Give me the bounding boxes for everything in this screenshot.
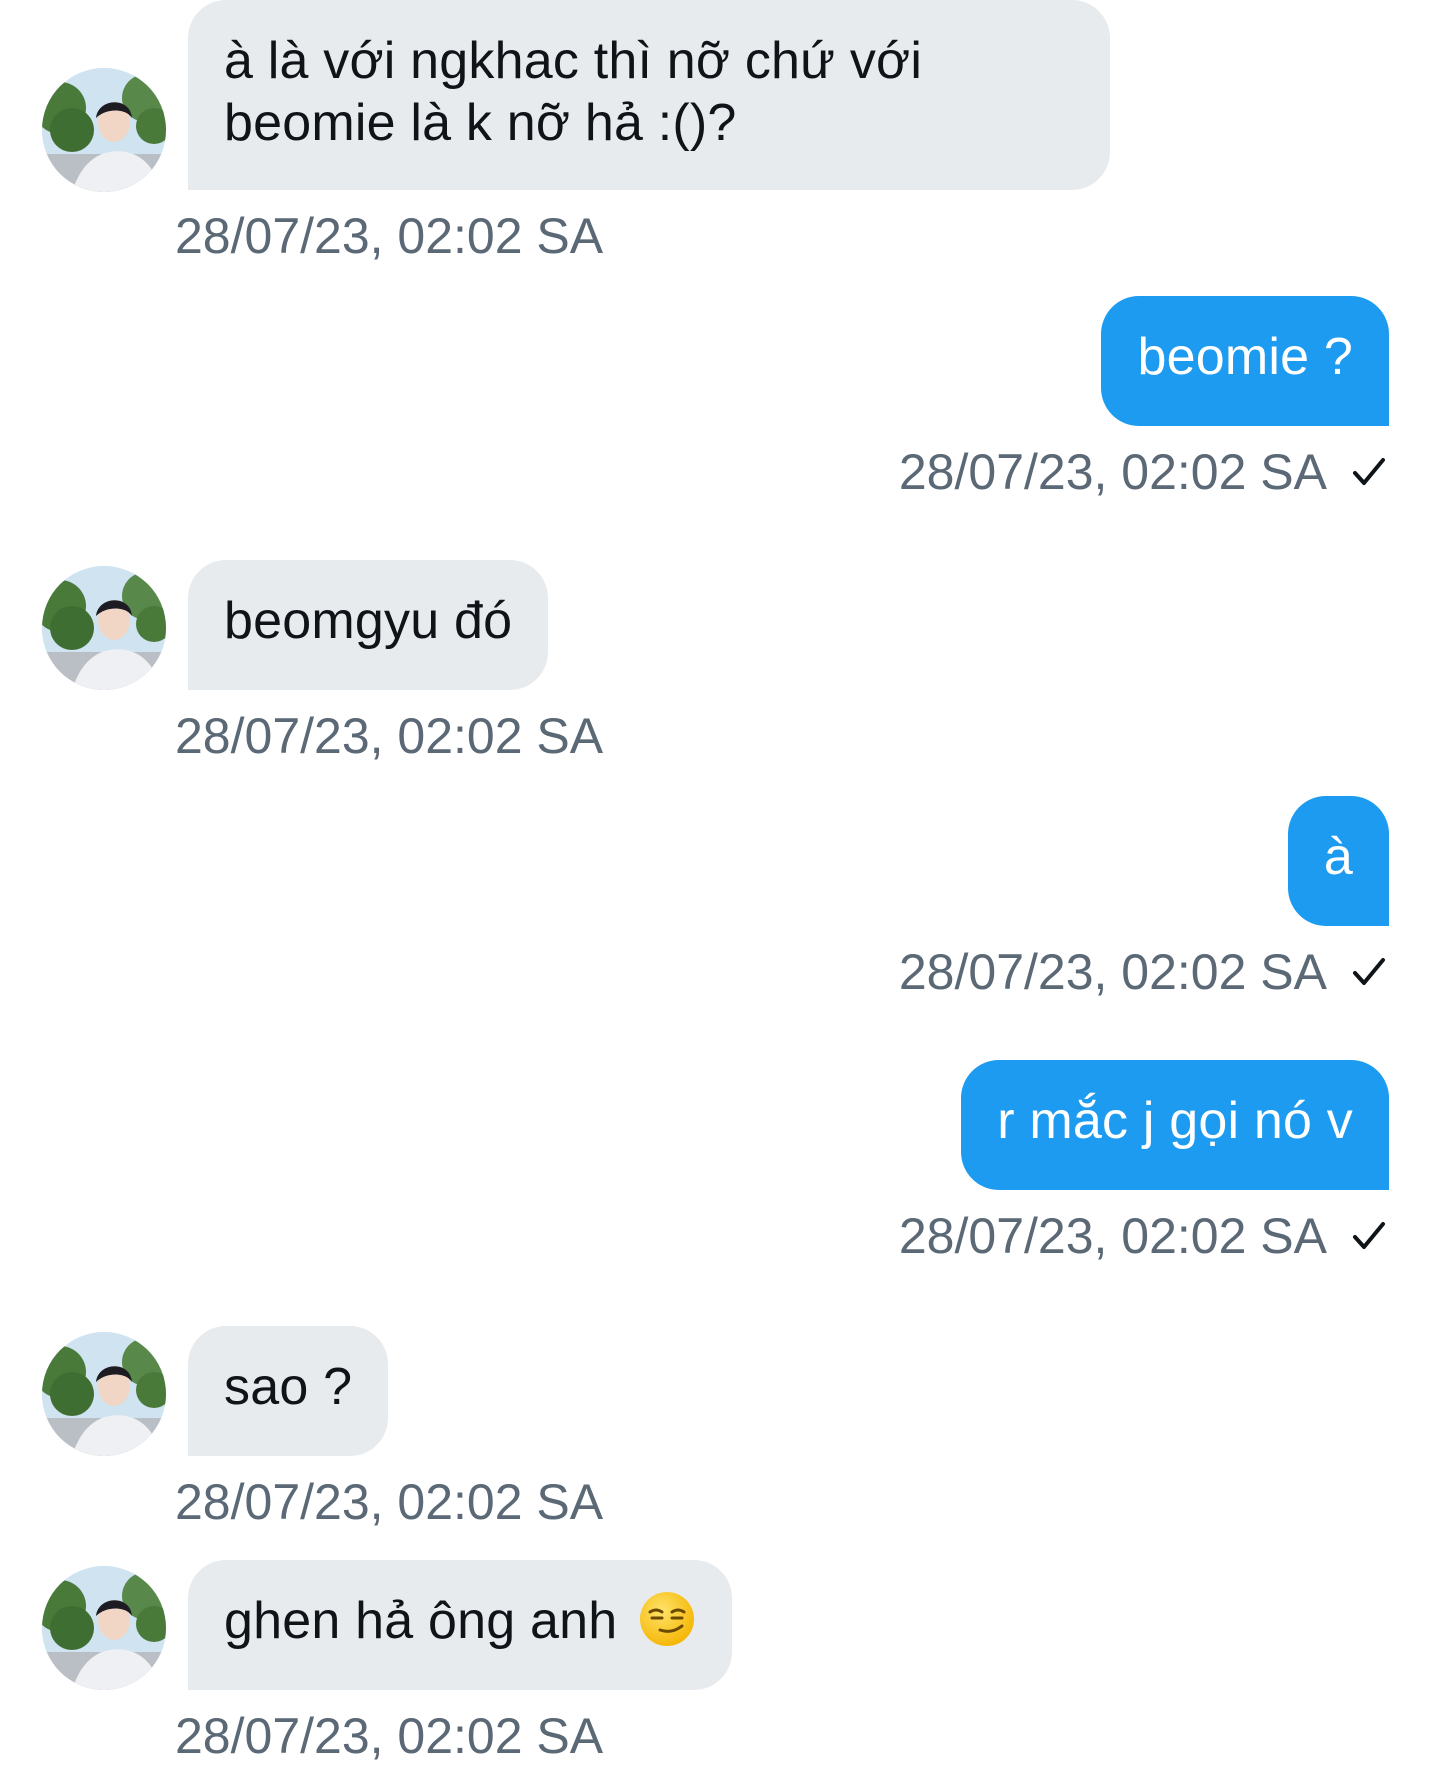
- avatar-photo-icon: [42, 1332, 166, 1456]
- message-timestamp: 28/07/23, 02:02 SA: [175, 1708, 604, 1764]
- message-text-line: à là với ngkhac thì nỡ chứ với: [224, 32, 923, 90]
- sender-avatar[interactable]: [42, 68, 166, 192]
- smirking-face-icon: [640, 1592, 695, 1646]
- message-bubble[interactable]: à là với ngkhac thì nỡ chứ với beomie là…: [188, 0, 1110, 190]
- timestamp-row: 28/07/23, 02:02 SA: [899, 944, 1389, 1000]
- check-icon: [1353, 1222, 1385, 1249]
- message-text: r mắc j gọi nó v: [997, 1092, 1353, 1150]
- message-timestamp: 28/07/23, 02:02 SA: [898, 944, 1327, 1000]
- message-bubble[interactable]: beomie ?: [1101, 296, 1389, 426]
- message-bubble[interactable]: à: [1287, 796, 1389, 926]
- message-text: beomgyu đó: [224, 592, 513, 650]
- sender-avatar[interactable]: [42, 1566, 166, 1690]
- message-bubble[interactable]: beomgyu đó: [188, 560, 549, 690]
- message-timestamp: 28/07/23, 02:02 SA: [175, 708, 604, 764]
- avatar-photo-icon: [42, 1566, 166, 1690]
- check-icon: [1353, 958, 1385, 985]
- message-bubble[interactable]: ghen hả ông anh: [188, 1560, 733, 1690]
- sender-avatar[interactable]: [42, 1332, 166, 1456]
- timestamp-row: 28/07/23, 02:02 SA: [899, 1208, 1389, 1264]
- sender-avatar[interactable]: [42, 566, 166, 690]
- message-timestamp: 28/07/23, 02:02 SA: [898, 1208, 1327, 1264]
- message-text: à: [1323, 828, 1353, 886]
- message-timestamp: 28/07/23, 02:02 SA: [175, 1474, 604, 1530]
- message-thread: à là với ngkhac thì nỡ chứ với beomie là…: [0, 0, 1439, 1781]
- avatar-photo-icon: [42, 68, 166, 192]
- check-icon: [1353, 458, 1385, 485]
- message-timestamp: 28/07/23, 02:02 SA: [898, 444, 1327, 500]
- timestamp-row: 28/07/23, 02:02 SA: [899, 444, 1389, 500]
- avatar-photo-icon: [42, 566, 166, 690]
- message-bubble[interactable]: r mắc j gọi nó v: [961, 1060, 1389, 1190]
- message-text-line: beomie là k nỡ hả :()?: [224, 94, 737, 152]
- message-bubble[interactable]: sao ?: [188, 1326, 389, 1456]
- message-timestamp: 28/07/23, 02:02 SA: [175, 208, 604, 264]
- message-text: beomie ?: [1137, 328, 1353, 386]
- message-text: ghen hả ông anh: [224, 1592, 618, 1650]
- message-text: sao ?: [224, 1358, 353, 1416]
